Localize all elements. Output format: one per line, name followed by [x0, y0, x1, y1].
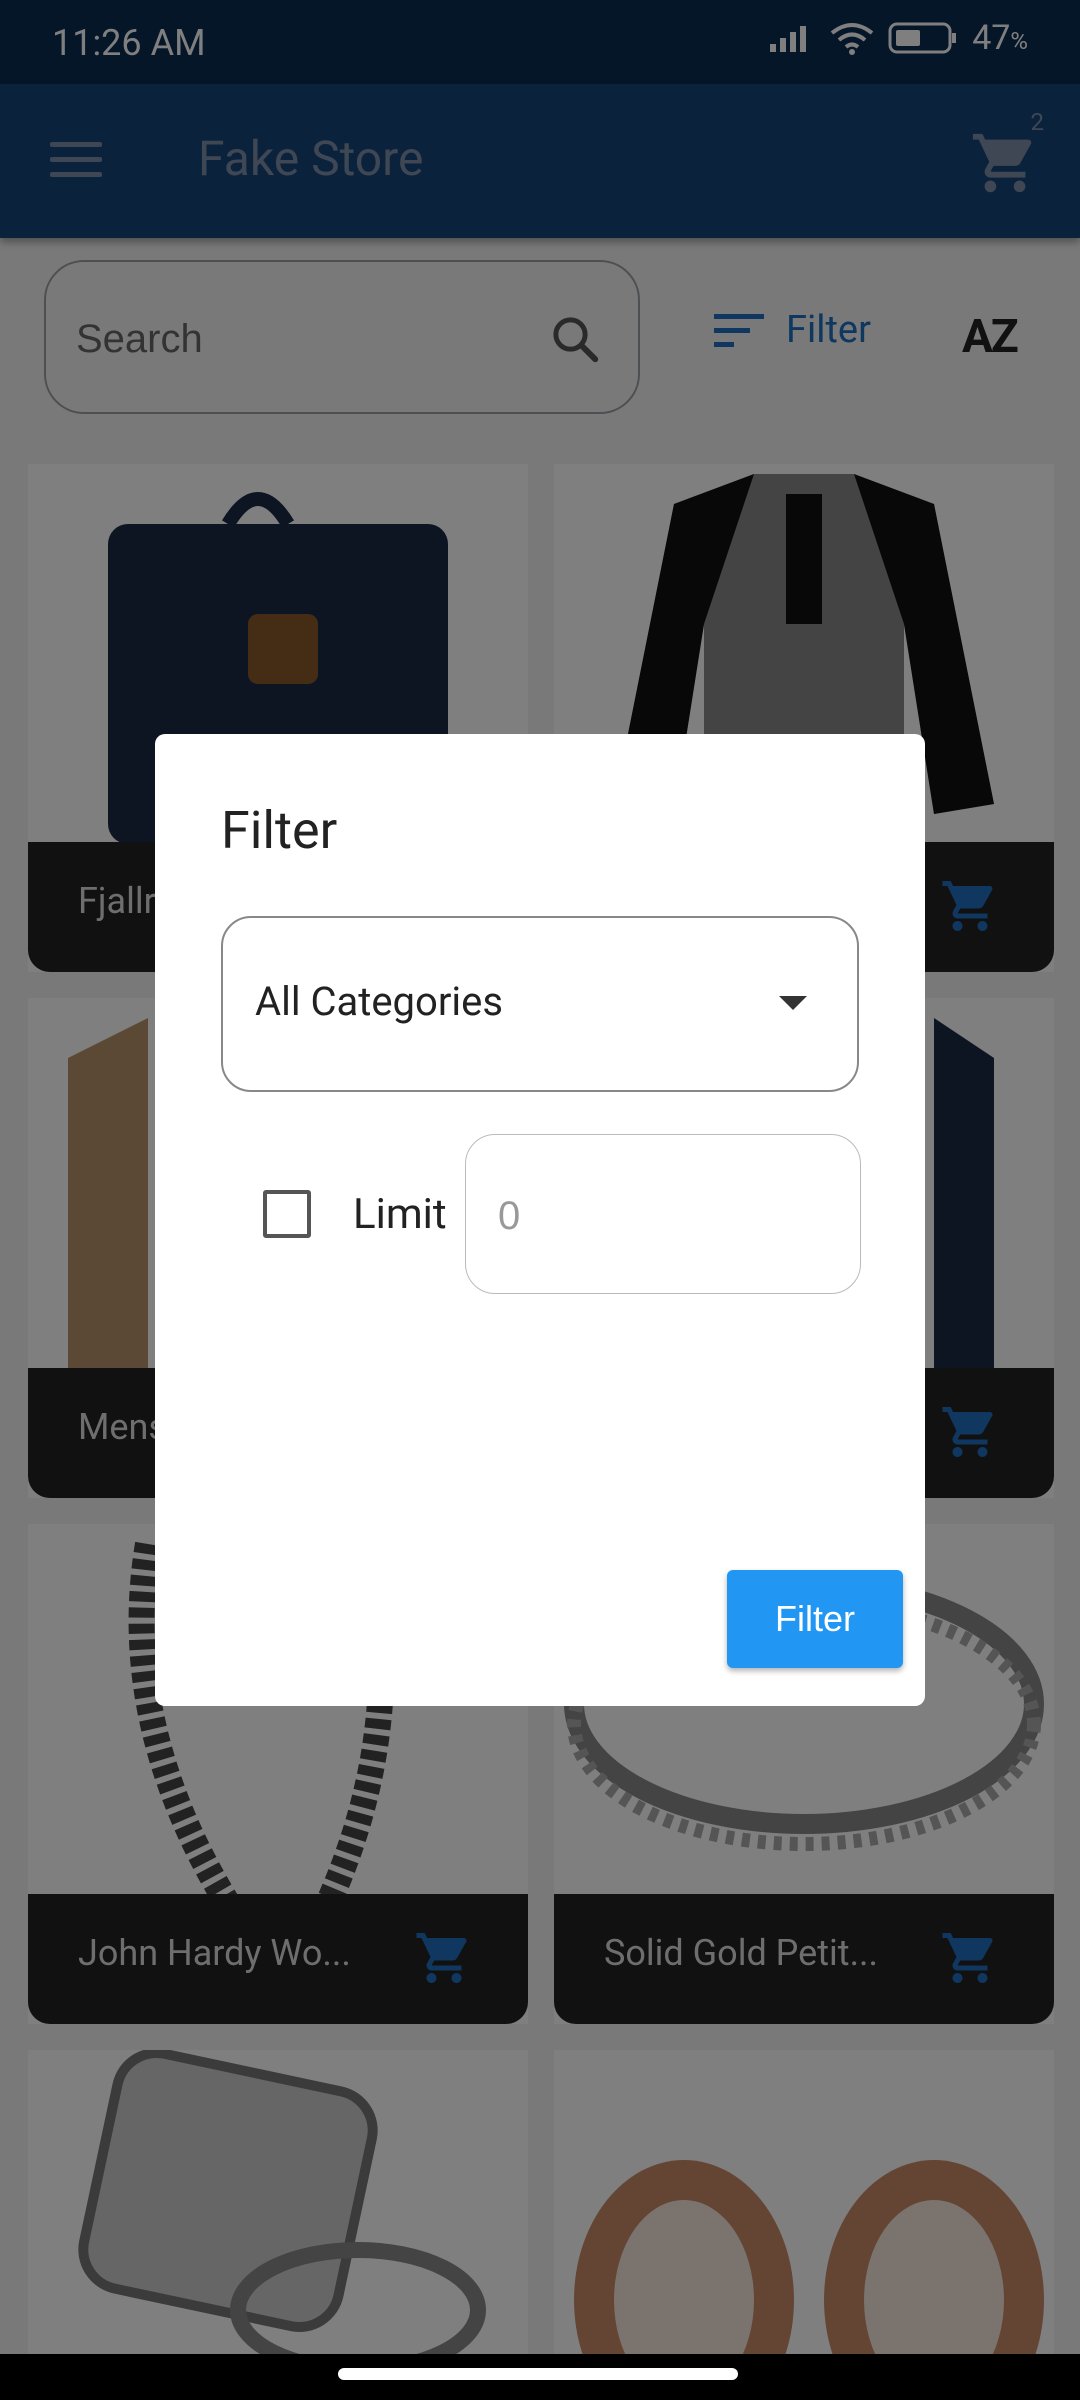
- category-dropdown[interactable]: All Categories: [221, 916, 859, 1092]
- limit-label: Limit: [353, 1190, 447, 1239]
- dialog-title: Filter: [221, 800, 338, 861]
- dropdown-arrow-icon: [779, 996, 807, 1010]
- limit-checkbox[interactable]: [263, 1190, 311, 1238]
- home-indicator[interactable]: [338, 2368, 738, 2380]
- limit-input[interactable]: [496, 1185, 820, 1247]
- category-selected-value: All Categories: [255, 978, 503, 1025]
- filter-submit-button[interactable]: Filter: [727, 1570, 903, 1668]
- limit-field[interactable]: [465, 1134, 861, 1294]
- system-nav-bar: [0, 2354, 1080, 2400]
- filter-dialog: Filter All Categories Limit Filter: [155, 734, 925, 1706]
